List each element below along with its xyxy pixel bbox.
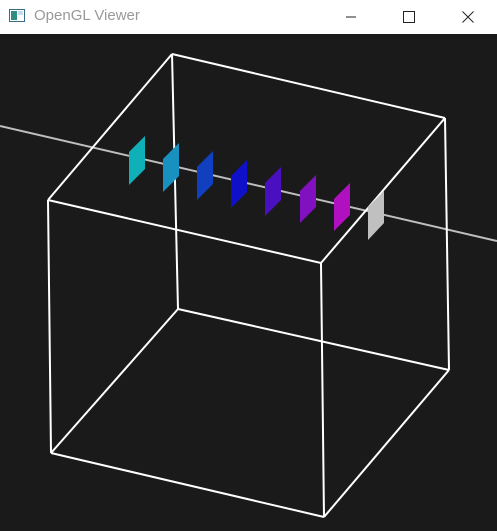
- maximize-icon: [403, 11, 415, 23]
- cube-edge: [320, 117, 446, 264]
- cube-edge: [47, 199, 322, 264]
- cube-wireframe: [47, 53, 450, 518]
- app-icon: [9, 9, 25, 22]
- cube-edge: [50, 452, 325, 518]
- slice-4: [231, 160, 247, 208]
- slice-1: [129, 136, 145, 185]
- cube-edge: [323, 369, 450, 518]
- slice-group: [129, 136, 384, 240]
- cube-edge: [50, 308, 179, 454]
- slice-7: [334, 183, 350, 231]
- slice-6: [300, 175, 316, 223]
- window-title: OpenGL Viewer: [34, 7, 140, 24]
- gl-viewport[interactable]: [0, 34, 497, 531]
- cube-edge: [177, 308, 450, 371]
- cube-edge: [444, 117, 450, 371]
- slice-5: [265, 167, 281, 216]
- opengl-viewer-window: OpenGL Viewer: [0, 0, 497, 531]
- maximize-button[interactable]: [386, 0, 432, 34]
- close-icon: [462, 11, 474, 23]
- cube-edge: [171, 53, 446, 119]
- cube-edge: [47, 53, 173, 201]
- scene-canvas: [0, 53, 497, 518]
- minimize-icon: [346, 16, 356, 18]
- title-bar[interactable]: OpenGL Viewer: [0, 0, 497, 34]
- slice-2: [163, 143, 179, 192]
- slice-3: [197, 151, 213, 200]
- minimize-button[interactable]: [328, 0, 374, 34]
- cube-edge: [47, 199, 52, 454]
- close-button[interactable]: [445, 0, 491, 34]
- cube-edge: [320, 262, 325, 518]
